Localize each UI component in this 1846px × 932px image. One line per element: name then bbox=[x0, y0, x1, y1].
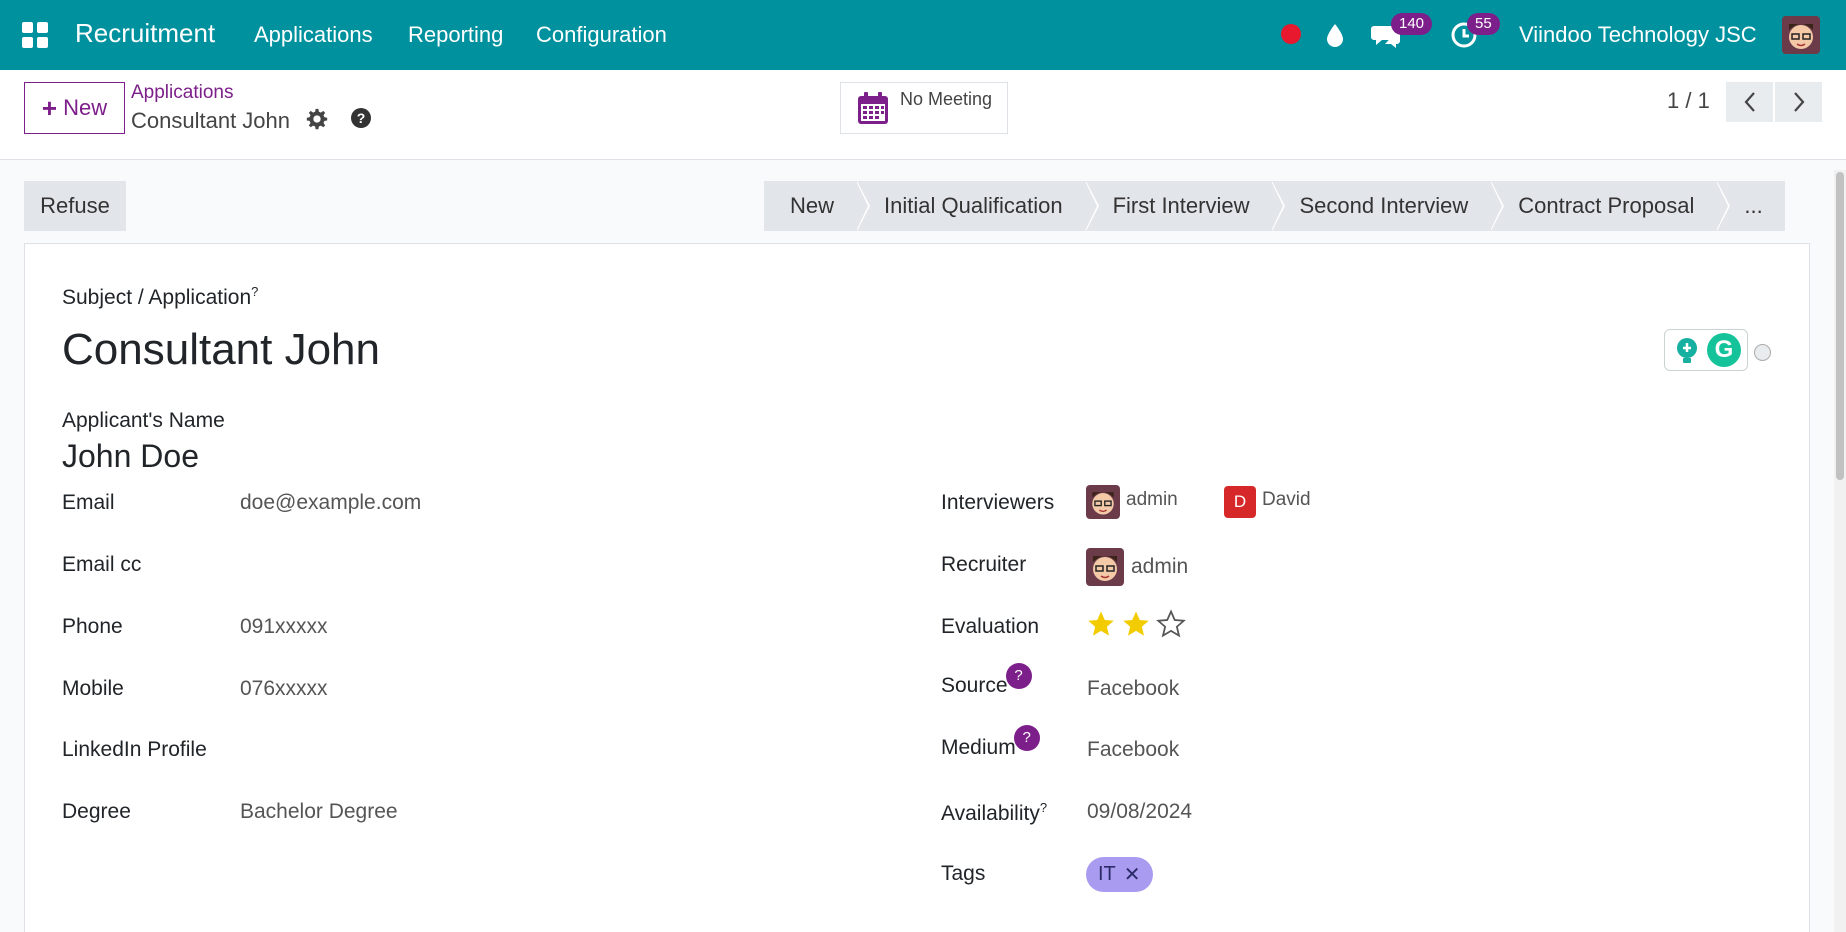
mobile-field[interactable]: 076xxxxx bbox=[240, 677, 328, 701]
tags-label: Tags bbox=[941, 862, 986, 885]
meeting-label: No Meeting bbox=[900, 89, 993, 109]
menu-configuration[interactable]: Configuration bbox=[536, 22, 667, 48]
messages-badge: 140 bbox=[1391, 13, 1433, 35]
phone-field[interactable]: 091xxxxx bbox=[240, 615, 328, 639]
grammarly-icon[interactable]: G bbox=[1707, 333, 1741, 367]
stage-initial-qualification[interactable]: Initial Qualification bbox=[856, 181, 1099, 231]
user-avatar-icon bbox=[1782, 16, 1820, 54]
star-empty-icon[interactable] bbox=[1156, 609, 1186, 639]
admin-avatar-icon bbox=[1086, 485, 1120, 519]
medium-help-icon[interactable]: ? bbox=[1013, 725, 1040, 751]
recruiter-field[interactable]: admin bbox=[1131, 555, 1188, 579]
email-field[interactable]: doe@example.com bbox=[240, 491, 421, 515]
source-help-icon[interactable]: ? bbox=[1005, 663, 1032, 689]
linkedin-field[interactable] bbox=[240, 734, 860, 768]
recruiter-avatar bbox=[1086, 548, 1124, 586]
applicant-name-label: Applicant's Name bbox=[62, 409, 225, 432]
refuse-button[interactable]: Refuse bbox=[24, 181, 126, 231]
breadcrumb-applications[interactable]: Applications bbox=[131, 82, 233, 104]
linkedin-label: LinkedIn Profile bbox=[62, 738, 207, 761]
control-panel: + New Applications Consultant John ? No … bbox=[0, 70, 1846, 160]
pager-previous-button[interactable] bbox=[1726, 82, 1773, 122]
breadcrumb-current: Consultant John bbox=[131, 108, 290, 133]
stage-contract-proposal[interactable]: Contract Proposal bbox=[1490, 181, 1731, 231]
menu-reporting[interactable]: Reporting bbox=[408, 22, 503, 48]
top-navbar: Recruitment Applications Reporting Confi… bbox=[0, 0, 1846, 70]
email-cc-label: Email cc bbox=[62, 553, 142, 576]
user-avatar[interactable] bbox=[1782, 16, 1820, 54]
menu-applications[interactable]: Applications bbox=[254, 22, 373, 48]
plus-icon: + bbox=[41, 93, 58, 123]
degree-field[interactable]: Bachelor Degree bbox=[240, 800, 398, 824]
app-title[interactable]: Recruitment bbox=[75, 18, 215, 49]
chevron-left-icon bbox=[1744, 92, 1755, 112]
interviewers-label: Interviewers bbox=[941, 491, 1055, 514]
mobile-label: Mobile bbox=[62, 677, 124, 700]
calendar-icon bbox=[858, 92, 888, 124]
status-dot-icon[interactable] bbox=[1754, 344, 1771, 361]
email-cc-field[interactable] bbox=[240, 549, 860, 583]
subject-field[interactable]: Consultant John bbox=[62, 325, 380, 375]
stage-first-interview[interactable]: First Interview bbox=[1085, 181, 1286, 231]
interviewer-admin-avatar bbox=[1086, 485, 1120, 519]
scrollbar-thumb[interactable] bbox=[1836, 172, 1844, 480]
interviewer-david[interactable]: David bbox=[1262, 489, 1311, 511]
apps-menu-icon[interactable] bbox=[22, 22, 48, 48]
stage-pipeline: New Initial Qualification First Intervie… bbox=[764, 181, 1785, 231]
tag-remove-icon[interactable]: ✕ bbox=[1124, 862, 1141, 887]
pager-value[interactable]: 1 / 1 bbox=[1667, 88, 1710, 114]
subject-label: Subject / Application? bbox=[62, 284, 259, 309]
source-label: Source? bbox=[941, 663, 1032, 701]
stage-new[interactable]: New bbox=[764, 181, 871, 231]
star-filled-icon[interactable] bbox=[1086, 609, 1116, 639]
interviewer-admin[interactable]: admin bbox=[1126, 489, 1178, 511]
recruiter-label: Recruiter bbox=[941, 553, 1027, 576]
recording-dot-icon[interactable] bbox=[1281, 24, 1301, 44]
medium-label: Medium? bbox=[941, 725, 1040, 763]
gear-icon[interactable] bbox=[306, 108, 328, 130]
meeting-smart-button[interactable]: No Meeting bbox=[840, 82, 1008, 134]
phone-label: Phone bbox=[62, 615, 123, 638]
star-filled-icon[interactable] bbox=[1121, 609, 1151, 639]
source-field[interactable]: Facebook bbox=[1087, 677, 1179, 701]
extension-widgets: G bbox=[1664, 329, 1748, 371]
drop-icon[interactable] bbox=[1325, 22, 1345, 48]
applicant-name-field[interactable]: John Doe bbox=[62, 438, 199, 475]
availability-label: Availability? bbox=[941, 800, 1048, 825]
activities-badge: 55 bbox=[1467, 13, 1500, 35]
degree-label: Degree bbox=[62, 800, 131, 823]
interviewer-david-avatar: D bbox=[1224, 486, 1256, 518]
help-icon[interactable]: ? bbox=[351, 108, 371, 128]
company-switcher[interactable]: Viindoo Technology JSC bbox=[1519, 22, 1757, 48]
stage-second-interview[interactable]: Second Interview bbox=[1271, 181, 1505, 231]
page-scrollbar[interactable] bbox=[1834, 170, 1846, 932]
tag-it[interactable]: IT ✕ bbox=[1086, 857, 1153, 892]
recruiter-avatar-icon bbox=[1086, 548, 1124, 586]
medium-field[interactable]: Facebook bbox=[1087, 738, 1179, 762]
email-label: Email bbox=[62, 491, 115, 514]
lightbulb-icon[interactable] bbox=[1675, 337, 1699, 365]
form-sheet: Subject / Application? Consultant John G… bbox=[24, 243, 1810, 932]
chevron-right-icon bbox=[1793, 92, 1804, 112]
pager-next-button[interactable] bbox=[1775, 82, 1822, 122]
availability-field[interactable]: 09/08/2024 bbox=[1087, 800, 1192, 824]
evaluation-label: Evaluation bbox=[941, 615, 1040, 638]
new-button[interactable]: + New bbox=[24, 82, 125, 134]
